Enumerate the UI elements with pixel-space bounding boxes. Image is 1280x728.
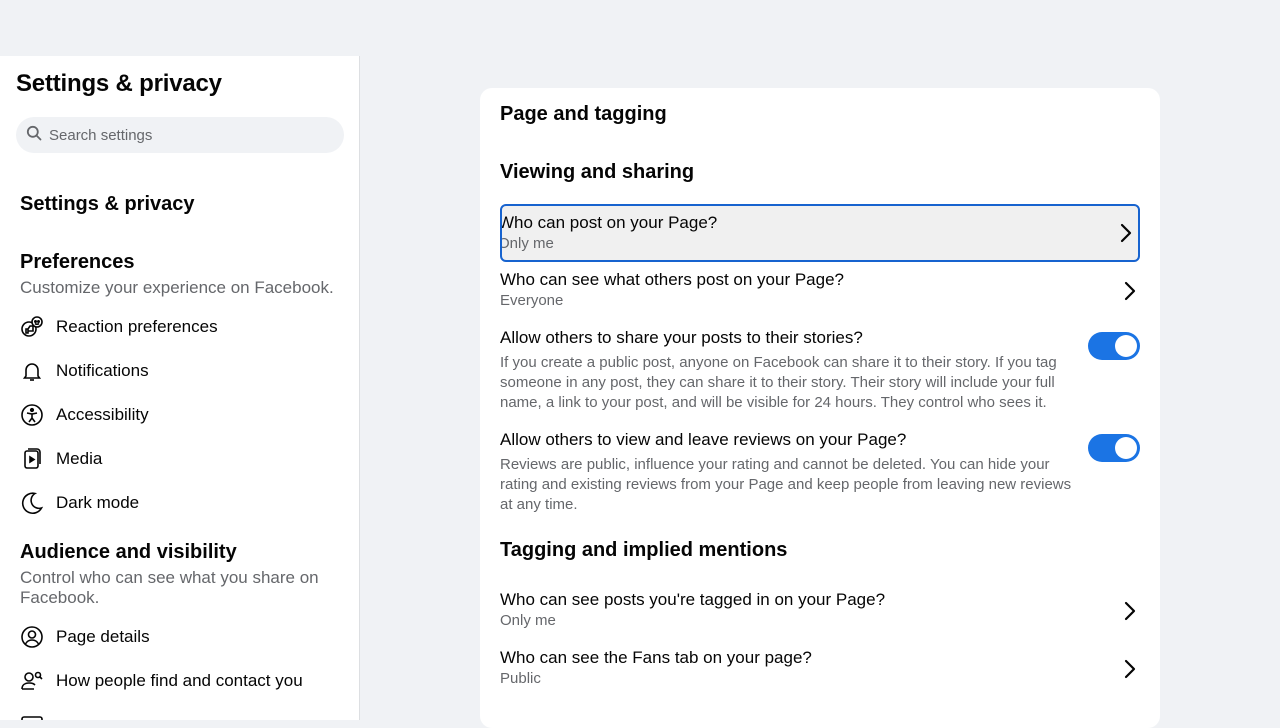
row-label: Who can see the Fans tab on your page?: [500, 648, 812, 667]
sidebar-item-dark-mode[interactable]: Dark mode: [20, 487, 139, 519]
accessibility-icon: [20, 403, 44, 427]
toggle-knob: [1115, 437, 1137, 459]
chevron-right-icon: [1124, 601, 1136, 621]
card-title: Page and tagging: [500, 103, 667, 125]
preferences-subtitle: Customize your experience on Facebook.: [20, 278, 334, 297]
toggle-description: If you create a public post, anyone on F…: [500, 354, 1057, 411]
sidebar-item-find-contact[interactable]: How people find and contact you: [20, 665, 303, 697]
chevron-right-icon: [1124, 659, 1136, 679]
page-tagging-card: Page and tagging Viewing and sharing Who…: [480, 88, 1160, 728]
sidebar-item-label: Notifications: [56, 361, 149, 380]
sidebar-section-settings: Settings & privacy: [20, 193, 195, 215]
sidebar-item-media[interactable]: Media: [20, 443, 102, 475]
row-label: Who can see posts you're tagged in on yo…: [500, 590, 886, 609]
moon-icon: [20, 491, 44, 515]
sidebar-item-label: Accessibility: [56, 405, 149, 424]
tagging-title: Tagging and implied mentions: [500, 539, 788, 561]
reviews-setting: Allow others to view and leave reviews o…: [500, 429, 1140, 515]
audience-subtitle: Control who can see what you share on Fa…: [20, 568, 319, 607]
sidebar-item-notifications[interactable]: Notifications: [20, 355, 149, 387]
row-value: Only me: [500, 235, 554, 252]
toggle-label: Allow others to share your posts to thei…: [500, 328, 863, 347]
sidebar-item-label: Media: [56, 449, 103, 468]
search-settings-input[interactable]: Search settings: [16, 117, 344, 153]
row-label: Who can see what others post on your Pag…: [500, 270, 844, 289]
toggle-label: Allow others to view and leave reviews o…: [500, 430, 907, 449]
chevron-right-icon: [1124, 281, 1136, 301]
sidebar-item-page-details[interactable]: Page details: [20, 621, 150, 653]
toggle-knob: [1115, 335, 1137, 357]
sidebar-item-partial[interactable]: [20, 709, 44, 720]
sidebar-item-label: Dark mode: [56, 493, 140, 512]
people-search-icon: [20, 669, 44, 693]
who-can-see-tagged-posts-row[interactable]: Who can see posts you're tagged in on yo…: [500, 589, 1140, 633]
settings-sidebar: Settings & privacy Search settings Setti…: [0, 56, 360, 720]
row-value: Everyone: [500, 292, 564, 309]
sidebar-item-label: Page details: [56, 627, 150, 646]
top-bar: [0, 0, 1280, 56]
id-card-icon: [20, 713, 44, 720]
bell-icon: [20, 359, 44, 383]
row-value: Public: [500, 670, 541, 687]
audience-title: Audience and visibility: [20, 541, 237, 563]
who-can-see-others-posts-row[interactable]: Who can see what others post on your Pag…: [500, 269, 1140, 313]
search-icon: [26, 125, 42, 145]
share-to-stories-setting: Allow others to share your posts to thei…: [500, 327, 1140, 413]
sidebar-title: Settings & privacy: [16, 70, 222, 97]
media-icon: [20, 447, 44, 471]
reaction-icon: [20, 315, 44, 339]
reviews-toggle[interactable]: [1088, 434, 1140, 462]
toggle-description: Reviews are public, influence your ratin…: [500, 456, 1072, 513]
sidebar-item-accessibility[interactable]: Accessibility: [20, 399, 149, 431]
sidebar-item-reaction-preferences[interactable]: Reaction preferences: [20, 311, 218, 343]
preferences-title: Preferences: [20, 251, 135, 273]
sidebar-item-label: Reaction preferences: [56, 317, 218, 336]
user-circle-icon: [20, 625, 44, 649]
viewing-sharing-title: Viewing and sharing: [500, 161, 695, 183]
chevron-right-icon: [1120, 223, 1132, 243]
sidebar-item-label: How people find and contact you: [56, 671, 303, 690]
row-value: Only me: [500, 612, 556, 629]
who-can-post-row[interactable]: Who can post on your Page? Only me: [500, 204, 1140, 262]
row-label: Who can post on your Page?: [500, 213, 718, 232]
who-can-see-fans-tab-row[interactable]: Who can see the Fans tab on your page? P…: [500, 647, 1140, 691]
search-placeholder: Search settings: [49, 126, 153, 144]
share-to-stories-toggle[interactable]: [1088, 332, 1140, 360]
